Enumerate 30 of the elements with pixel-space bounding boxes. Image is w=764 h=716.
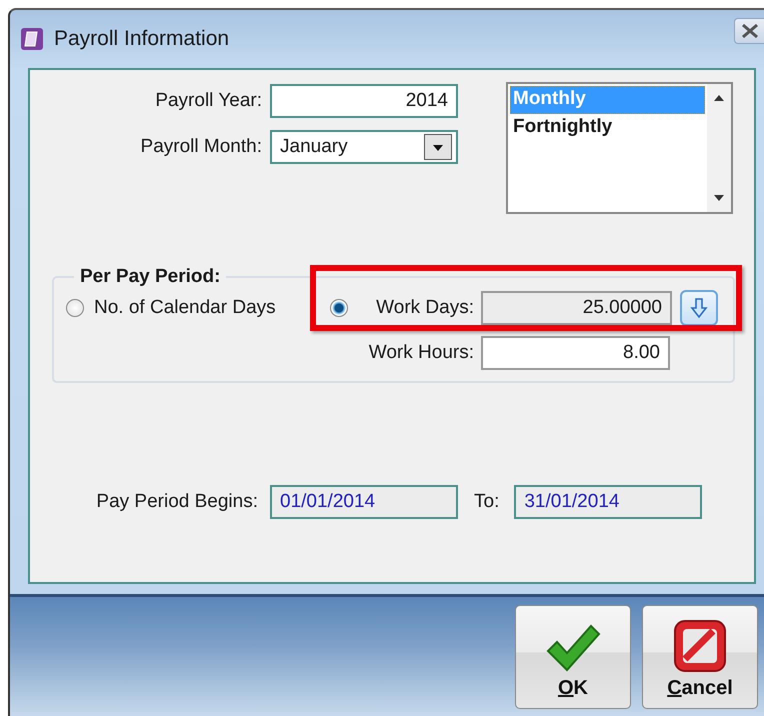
field-label: To: [474, 491, 500, 513]
scrollbar[interactable] [707, 84, 731, 212]
ok-button[interactable]: OK [515, 605, 631, 709]
field-label: Work Hours: [368, 342, 474, 364]
down-arrow-button[interactable] [680, 290, 718, 326]
radio-button[interactable] [66, 299, 84, 317]
list-item[interactable]: Fortnightly [510, 114, 705, 142]
close-button[interactable] [734, 18, 764, 44]
window-title: Payroll Information [54, 27, 230, 51]
field-label: Pay Period Begins: [95, 491, 258, 513]
checkmark-icon [545, 623, 601, 673]
work-hours-field[interactable]: 8.00 [481, 336, 670, 370]
field-label: Payroll Month: [140, 136, 262, 158]
no-entry-icon [673, 619, 727, 673]
app-icon [20, 27, 44, 51]
begin-date-field: 01/01/2014 [270, 485, 458, 519]
year-field[interactable]: 2014 [270, 84, 458, 118]
radio-label: Work Days: [375, 297, 474, 319]
radio-button[interactable] [330, 299, 348, 317]
cancel-button[interactable]: Cancel [642, 605, 758, 709]
down-arrow-icon [689, 297, 709, 319]
radio-label: No. of Calendar Days [94, 297, 276, 319]
scroll-up-icon[interactable] [713, 94, 725, 102]
scroll-down-icon[interactable] [713, 194, 725, 202]
month-dropdown[interactable]: January [270, 130, 458, 164]
close-icon [740, 24, 760, 38]
work-days-field[interactable]: 25.00000 [481, 291, 672, 325]
end-date-field: 31/01/2014 [514, 485, 702, 519]
group-title: Per Pay Period: [79, 266, 222, 288]
field-label: Payroll Year: [154, 90, 262, 112]
